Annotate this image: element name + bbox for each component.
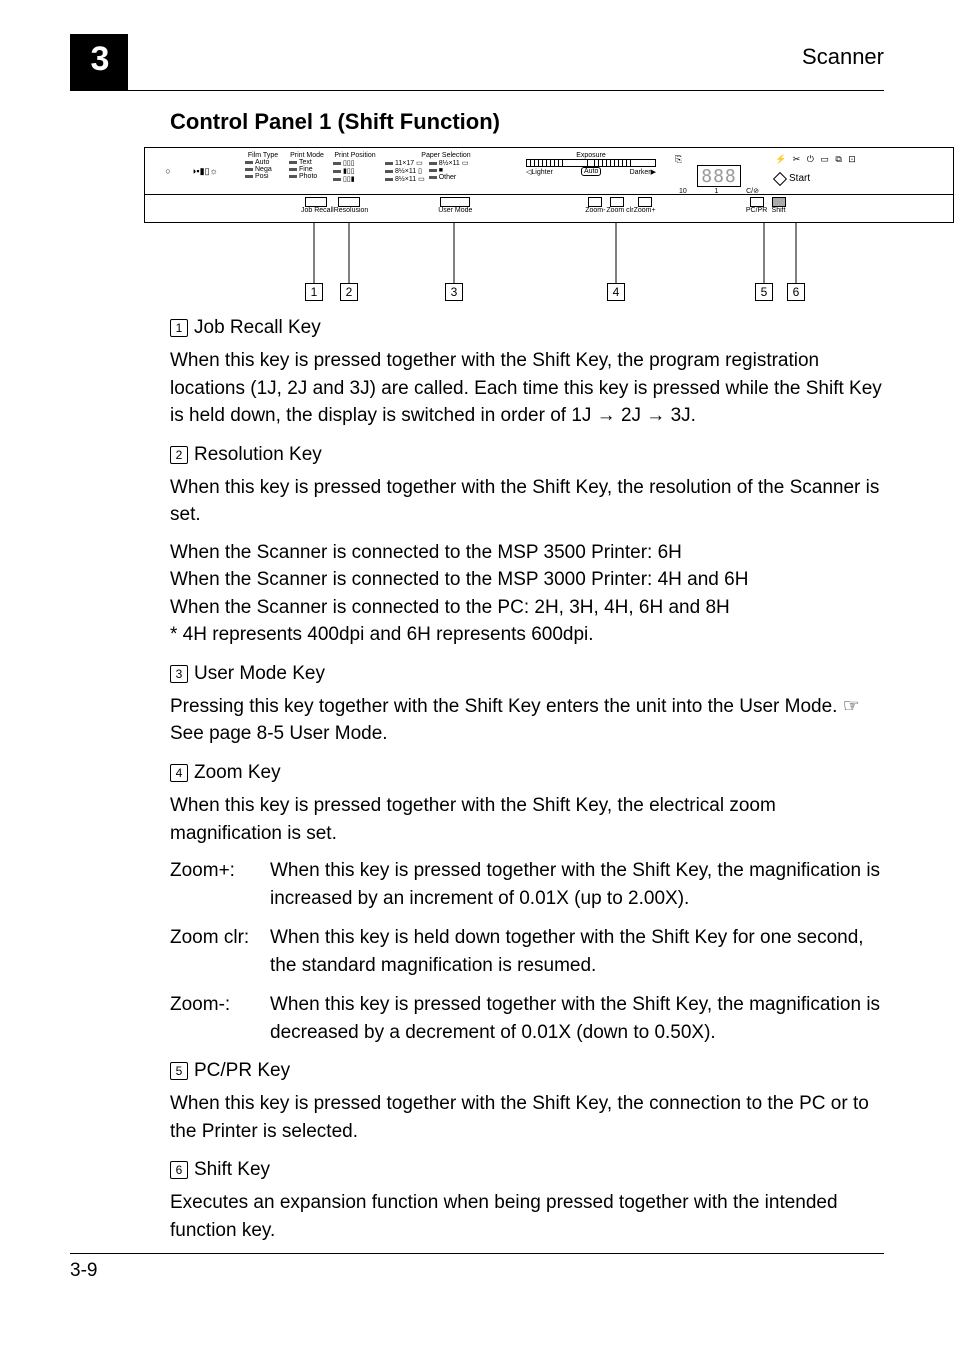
pcpr-key[interactable]	[750, 197, 764, 207]
key-1-paragraph: When this key is pressed together with t…	[170, 347, 884, 430]
paper-8half-c: 8½×11	[439, 160, 460, 167]
user-mode-label: User Mode	[436, 207, 474, 214]
exposure-auto: Auto	[581, 167, 601, 176]
zoom-row: Zoom clr:When this key is held down toge…	[170, 924, 884, 979]
print-mode-header: Print Mode	[289, 152, 325, 159]
zoom-label: Zoom clr:	[170, 924, 270, 979]
shift-key[interactable]	[772, 197, 786, 207]
key-5-number-icon: 5	[170, 1062, 188, 1080]
callout-4: 4	[607, 283, 625, 301]
key-4-paragraph: When this key is pressed together with t…	[170, 792, 884, 847]
zoom-row: Zoom+:When this key is pressed together …	[170, 857, 884, 912]
key-4-number-icon: 4	[170, 764, 188, 782]
paper-other: Other	[439, 174, 457, 181]
zoom-row: Zoom-:When this key is pressed together …	[170, 991, 884, 1046]
print-position-header: Print Position	[333, 152, 377, 159]
key-4-label: Zoom Key	[194, 762, 281, 784]
callout-2: 2	[340, 283, 358, 301]
film-type-posi: Posi	[255, 173, 269, 180]
zoom-text: When this key is pressed together with t…	[270, 857, 884, 912]
zoom-plus-key[interactable]	[638, 197, 652, 207]
exposure-lighter: Lighter	[531, 169, 552, 176]
user-mode-key[interactable]	[440, 197, 470, 207]
pcpr-label: PC/PR	[746, 207, 768, 214]
print-mode-fine: Fine	[299, 166, 313, 173]
key-4-title: 4 Zoom Key	[170, 762, 884, 784]
job-recall-label: Job Recall	[301, 207, 334, 214]
callout-6: 6	[787, 283, 805, 301]
resolution-label: Resolusion	[334, 207, 369, 214]
callout-5: 5	[755, 283, 773, 301]
resolution-key[interactable]	[338, 197, 360, 207]
zoom-clr-label: Zoom clr	[606, 207, 633, 214]
section-title: Control Panel 1 (Shift Function)	[170, 109, 884, 135]
print-mode-text: Text	[299, 159, 312, 166]
shift-label: Shift	[768, 207, 790, 214]
zoom-clr-key[interactable]	[610, 197, 624, 207]
status-icons: ⚡ ✂ ⏻ ▭ ⧉ ⊡	[775, 154, 858, 165]
key-5-label: PC/PR Key	[194, 1060, 290, 1082]
start-label: Start	[789, 173, 810, 184]
chapter-tab: 3	[70, 34, 128, 90]
zoom-text: When this key is held down together with…	[270, 924, 884, 979]
zoom-minus-key[interactable]	[588, 197, 602, 207]
key-1-number-icon: 1	[170, 319, 188, 337]
film-type-nega: Nega	[255, 166, 272, 173]
counter-digits: 888	[697, 165, 741, 187]
exposure-darker: Darker	[630, 169, 651, 176]
page-footer: 3-9	[70, 1253, 884, 1282]
header-right-title: Scanner	[802, 34, 884, 70]
job-recall-key[interactable]	[305, 197, 327, 207]
start-diamond-icon	[773, 171, 787, 185]
exposure-header: Exposure	[576, 152, 606, 159]
paper-11x17: 11×17	[395, 160, 414, 167]
zoom-minus-label: Zoom-	[584, 207, 606, 214]
key-1-label: Job Recall Key	[194, 317, 321, 339]
body-text: 1 Job Recall Key When this key is pressed …	[170, 317, 884, 1245]
zoom-text: When this key is pressed together with t…	[270, 991, 884, 1046]
key-6-title: 6 Shift Key	[170, 1159, 884, 1181]
paper-8half-a: 8½×11	[395, 168, 416, 175]
key-2-number-icon: 2	[170, 446, 188, 464]
key-2-title: 2 Resolution Key	[170, 444, 884, 466]
key-5-paragraph: When this key is pressed together with t…	[170, 1090, 884, 1145]
key-6-paragraph: Executes an expansion function when bein…	[170, 1189, 884, 1244]
control-panel-figure: ○ ◑▪▮▯☼ Film Type Auto Nega Posi Print M…	[144, 147, 954, 223]
key-2-paragraph: When the Scanner is connected to the MSP…	[170, 539, 884, 649]
paper-8half-b: 8½×11	[395, 176, 416, 183]
print-mode-photo: Photo	[299, 173, 317, 180]
key-6-label: Shift Key	[194, 1159, 270, 1181]
zoom-plus-label: Zoom+	[634, 207, 656, 214]
key-2-paragraph: When this key is pressed together with t…	[170, 474, 884, 529]
figure-callouts: 1 2 3 4 5 6	[144, 223, 954, 303]
key-2-label: Resolution Key	[194, 444, 322, 466]
key-3-number-icon: 3	[170, 665, 188, 683]
zoom-label: Zoom-:	[170, 991, 270, 1046]
key-3-label: User Mode Key	[194, 663, 325, 685]
film-type-auto: Auto	[255, 159, 269, 166]
paper-selection-header: Paper Selection	[385, 152, 507, 159]
callout-3: 3	[445, 283, 463, 301]
key-5-title: 5 PC/PR Key	[170, 1060, 884, 1082]
page-header: 3 Scanner	[70, 34, 884, 91]
callout-1: 1	[305, 283, 323, 301]
film-type-header: Film Type	[245, 152, 281, 159]
key-3-title: 3 User Mode Key	[170, 663, 884, 685]
key-3-paragraph: Pressing this key together with the Shif…	[170, 693, 884, 748]
zoom-label: Zoom+:	[170, 857, 270, 912]
key-1-title: 1 Job Recall Key	[170, 317, 884, 339]
key-6-number-icon: 6	[170, 1161, 188, 1179]
